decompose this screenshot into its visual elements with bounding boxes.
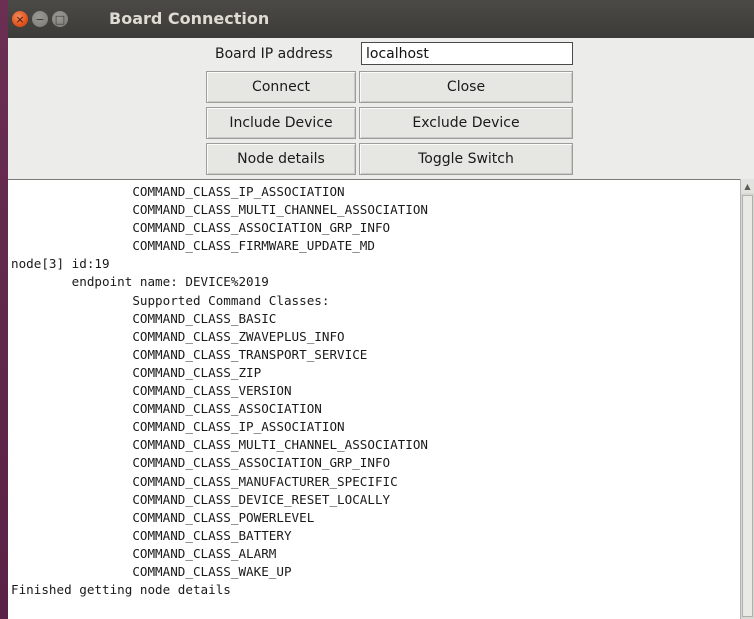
scrollbar-thumb[interactable] bbox=[742, 195, 753, 617]
board-connection-window: × − □ Board Connection Board IP address … bbox=[8, 0, 754, 619]
exclude-device-button[interactable]: Exclude Device bbox=[359, 107, 573, 139]
output-line: COMMAND_CLASS_IP_ASSOCIATION bbox=[11, 184, 345, 199]
output-line: COMMAND_CLASS_BASIC bbox=[11, 310, 277, 326]
output-log: COMMAND_CLASS_IP_ASSOCIATION COMMAND_CLA… bbox=[8, 180, 740, 599]
output-line: COMMAND_CLASS_ASSOCIATION bbox=[11, 401, 322, 417]
close-window-icon[interactable]: × bbox=[12, 11, 28, 27]
output-line: Supported Command Classes: bbox=[11, 292, 330, 308]
output-line: Finished getting node details bbox=[11, 582, 231, 598]
board-ip-label: Board IP address bbox=[215, 46, 333, 62]
output-line: COMMAND_CLASS_MULTI_CHANNEL_ASSOCIATION bbox=[11, 202, 429, 218]
output-scrollbar[interactable]: ▲ bbox=[740, 179, 754, 619]
output-line: COMMAND_CLASS_ASSOCIATION_GRP_INFO bbox=[11, 220, 391, 236]
board-ip-input[interactable] bbox=[361, 42, 573, 65]
maximize-window-icon[interactable]: □ bbox=[52, 11, 68, 27]
include-device-button[interactable]: Include Device bbox=[206, 107, 356, 139]
window-title: Board Connection bbox=[109, 9, 270, 28]
output-line: COMMAND_CLASS_ZIP bbox=[11, 364, 262, 380]
output-line: COMMAND_CLASS_MULTI_CHANNEL_ASSOCIATION bbox=[11, 437, 429, 453]
output-line: COMMAND_CLASS_TRANSPORT_SERVICE bbox=[11, 346, 368, 362]
output-line: COMMAND_CLASS_BATTERY bbox=[11, 527, 292, 543]
output-line: COMMAND_CLASS_POWERLEVEL bbox=[11, 509, 315, 525]
output-line: COMMAND_CLASS_FIRMWARE_UPDATE_MD bbox=[11, 238, 375, 254]
output-line: COMMAND_CLASS_ZWAVEPLUS_INFO bbox=[11, 328, 345, 344]
title-bar[interactable]: × − □ Board Connection bbox=[8, 0, 754, 38]
minimize-window-icon[interactable]: − bbox=[32, 11, 48, 27]
output-line: COMMAND_CLASS_VERSION bbox=[11, 383, 292, 399]
toggle-switch-button[interactable]: Toggle Switch bbox=[359, 143, 573, 175]
close-button[interactable]: Close bbox=[359, 71, 573, 103]
output-line: COMMAND_CLASS_DEVICE_RESET_LOCALLY bbox=[11, 491, 391, 507]
node-details-button[interactable]: Node details bbox=[206, 143, 356, 175]
output-text-area[interactable]: COMMAND_CLASS_IP_ASSOCIATION COMMAND_CLA… bbox=[8, 179, 740, 619]
output-line: COMMAND_CLASS_ALARM bbox=[11, 545, 277, 561]
output-line: COMMAND_CLASS_IP_ASSOCIATION bbox=[11, 419, 345, 435]
connect-button[interactable]: Connect bbox=[206, 71, 356, 103]
output-line: COMMAND_CLASS_ASSOCIATION_GRP_INFO bbox=[11, 455, 391, 471]
output-line: endpoint name: DEVICE%2019 bbox=[11, 274, 269, 290]
output-line: COMMAND_CLASS_WAKE_UP bbox=[11, 563, 292, 579]
output-line: COMMAND_CLASS_MANUFACTURER_SPECIFIC bbox=[11, 473, 398, 489]
output-line: node[3] id:19 bbox=[11, 256, 110, 272]
scroll-up-icon[interactable]: ▲ bbox=[741, 179, 754, 193]
desktop-background bbox=[0, 0, 8, 619]
